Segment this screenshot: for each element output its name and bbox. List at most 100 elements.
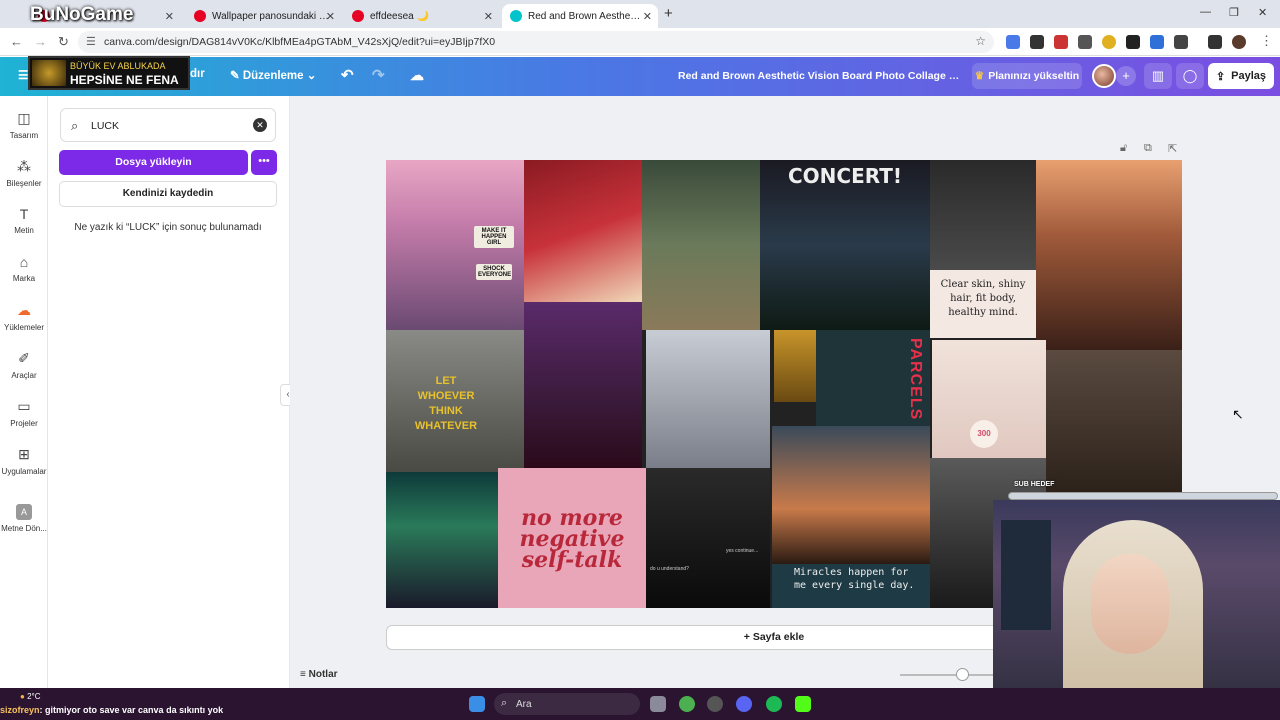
reload-icon[interactable]: ↻ bbox=[58, 34, 69, 50]
miracles-text: Miracles happen for me every single day. bbox=[794, 567, 915, 591]
brand-icon: ⌂ bbox=[19, 254, 29, 270]
tab-effdeesea[interactable]: effdeesea 🌙 ✕ bbox=[344, 4, 499, 28]
record-yourself-button[interactable]: Kendinizi kaydedin bbox=[59, 181, 277, 207]
share-button[interactable]: ⇪ Paylaş bbox=[1208, 63, 1274, 89]
rail-item-tools[interactable]: ✐ Araçlar bbox=[0, 350, 48, 380]
zoom-slider[interactable] bbox=[900, 674, 994, 676]
rail-item-apps[interactable]: ⊞ Uygulamalar bbox=[0, 446, 48, 476]
rail-item-uploads[interactable]: ☁ Yüklemeler bbox=[0, 302, 48, 332]
clear-search-icon[interactable]: ✕ bbox=[253, 118, 267, 132]
parcels-text: PARCELS bbox=[907, 338, 924, 421]
flower-bouquet-photo[interactable] bbox=[646, 330, 770, 468]
beach-bonfire-photo[interactable] bbox=[772, 426, 930, 564]
elements-icon: ⁂ bbox=[17, 158, 31, 174]
zoom-slider-handle[interactable] bbox=[956, 668, 969, 681]
notes-button[interactable]: ≡ Notlar bbox=[300, 669, 338, 680]
add-page-icon[interactable]: ⇱ bbox=[1168, 142, 1177, 155]
download-icon[interactable] bbox=[1208, 35, 1222, 49]
chrome-icon[interactable] bbox=[679, 696, 695, 712]
cookies-photo[interactable]: 300 bbox=[932, 340, 1046, 458]
undo-icon[interactable]: ↶ bbox=[341, 66, 354, 84]
more-options-button[interactable]: ••• bbox=[251, 150, 277, 175]
sign-make-it-happen: MAKE IT HAPPEN GIRL bbox=[474, 226, 514, 248]
spotify-icon[interactable] bbox=[766, 696, 782, 712]
billie-photo[interactable] bbox=[524, 302, 642, 468]
edit-menu[interactable]: ✎ Düzenleme ⌄ bbox=[230, 68, 316, 82]
folder-icon: ▭ bbox=[17, 398, 31, 414]
kick-live-icon[interactable] bbox=[795, 696, 811, 712]
rail-item-brand[interactable]: ⌂ Marka bbox=[0, 254, 48, 283]
rail-item-text-convert[interactable]: A Metne Dön... bbox=[0, 504, 48, 533]
extension-icon[interactable] bbox=[1102, 35, 1116, 49]
extension-icon[interactable] bbox=[1150, 35, 1164, 49]
miracles-card[interactable]: Miracles happen for me every single day. bbox=[772, 564, 930, 608]
boxing-gloves-photo[interactable] bbox=[930, 160, 1036, 270]
parcels-poster[interactable]: PARCELS bbox=[816, 330, 930, 426]
search-icon: ⌕ bbox=[501, 697, 508, 709]
cherry-blossom-photo[interactable]: MAKE IT HAPPEN GIRL SHOCK EVERYONE bbox=[386, 160, 524, 330]
kebab-menu-icon[interactable]: ⋮ bbox=[1260, 33, 1273, 49]
concert-heading: CONCERT! bbox=[787, 164, 903, 188]
lock-icon[interactable]: 🔓︎ bbox=[1120, 142, 1127, 155]
couple-silhouette-photo[interactable]: yes continue... do u understand? bbox=[646, 468, 770, 608]
woman-kitchen-photo[interactable]: LET WHOEVER THINK WHATEVER bbox=[386, 330, 524, 472]
extension-icon[interactable] bbox=[1054, 35, 1068, 49]
gold-bars-photo[interactable] bbox=[774, 330, 816, 402]
close-icon[interactable]: ✕ bbox=[484, 10, 493, 23]
search-input[interactable] bbox=[91, 117, 241, 135]
cloud-saved-icon[interactable]: ☁ bbox=[410, 67, 424, 84]
taskbar-search[interactable]: ⌕ Ara bbox=[494, 693, 640, 715]
close-icon[interactable]: ✕ bbox=[165, 10, 174, 23]
mouse-cursor-icon: ↖ bbox=[1232, 406, 1244, 422]
close-window-icon[interactable]: ✕ bbox=[1258, 6, 1267, 19]
chevron-down-icon: ⌄ bbox=[306, 70, 317, 82]
weather-widget[interactable]: ● 2°C bbox=[20, 692, 41, 701]
back-icon[interactable]: ← bbox=[10, 34, 23, 49]
extension-icon[interactable] bbox=[1030, 35, 1044, 49]
close-icon[interactable]: ✕ bbox=[643, 10, 652, 23]
outdoor-cinema-photo[interactable] bbox=[642, 160, 760, 330]
avatar[interactable] bbox=[1092, 64, 1116, 88]
text-convert-icon: A bbox=[16, 504, 32, 520]
upgrade-plan-button[interactable]: ♛ Planınızı yükseltin bbox=[972, 63, 1082, 89]
rail-item-elements[interactable]: ⁂ Bileşenler bbox=[0, 158, 48, 188]
upload-file-button[interactable]: Dosya yükleyin bbox=[59, 150, 248, 175]
maximize-icon[interactable]: ❐ bbox=[1229, 6, 1239, 19]
aurora-photo[interactable] bbox=[386, 472, 498, 608]
concert-photo[interactable]: CONCERT! bbox=[760, 160, 930, 330]
colosseum-wine-photo[interactable] bbox=[1036, 160, 1182, 350]
translate-extension-icon[interactable] bbox=[1006, 35, 1020, 49]
minimize-icon[interactable]: — bbox=[1200, 6, 1211, 18]
tab-wallpaper-pin[interactable]: Wallpaper panosundaki Pin ✕ bbox=[186, 4, 341, 28]
negative-self-talk-poster[interactable]: no more negative self-talk bbox=[498, 468, 646, 608]
document-title[interactable]: Red and Brown Aesthetic Vision Board Pho… bbox=[678, 70, 962, 82]
resize-button[interactable]: dır bbox=[190, 68, 205, 80]
affirmation-card[interactable]: Clear skin, shiny hair, fit body, health… bbox=[930, 270, 1036, 338]
rail-item-design[interactable]: ◫ Tasarım bbox=[0, 110, 48, 140]
redo-icon[interactable]: ↷ bbox=[372, 66, 385, 84]
extension-icon[interactable] bbox=[1078, 35, 1092, 49]
hamburger-menu-icon[interactable]: ☰ bbox=[18, 68, 28, 82]
close-icon[interactable]: ✕ bbox=[326, 10, 335, 23]
comment-icon[interactable]: ◯ bbox=[1176, 63, 1204, 89]
site-info-icon[interactable]: ☰ bbox=[86, 35, 96, 48]
add-collaborator-button[interactable]: + bbox=[1116, 66, 1136, 86]
tab-canva-vision[interactable]: Red and Brown Aesthetic Vision ✕ bbox=[502, 4, 658, 28]
duplicate-page-icon[interactable]: ⧉ bbox=[1144, 142, 1152, 155]
puzzle-icon[interactable] bbox=[1174, 35, 1188, 49]
rail-item-projects[interactable]: ▭ Projeler bbox=[0, 398, 48, 428]
cartoon-woman-illustration[interactable] bbox=[524, 160, 642, 302]
bookmark-star-icon[interactable]: ☆ bbox=[975, 34, 986, 48]
windows-start-icon[interactable] bbox=[469, 696, 485, 712]
new-tab-button[interactable]: + bbox=[664, 5, 673, 22]
discord-icon[interactable] bbox=[736, 696, 752, 712]
app-icon[interactable] bbox=[707, 696, 723, 712]
fitness-photo[interactable] bbox=[1046, 350, 1182, 500]
task-view-icon[interactable] bbox=[650, 696, 666, 712]
extension-icon[interactable] bbox=[1126, 35, 1140, 49]
forward-icon[interactable]: → bbox=[34, 34, 47, 49]
rail-item-text[interactable]: T Metin bbox=[0, 206, 48, 235]
insights-chart-icon[interactable]: ▥ bbox=[1144, 63, 1172, 89]
url-field[interactable]: ☰ canva.com/design/DAG814vV0Kc/KlbfMEa4p… bbox=[78, 31, 994, 53]
profile-icon[interactable] bbox=[1232, 35, 1246, 49]
